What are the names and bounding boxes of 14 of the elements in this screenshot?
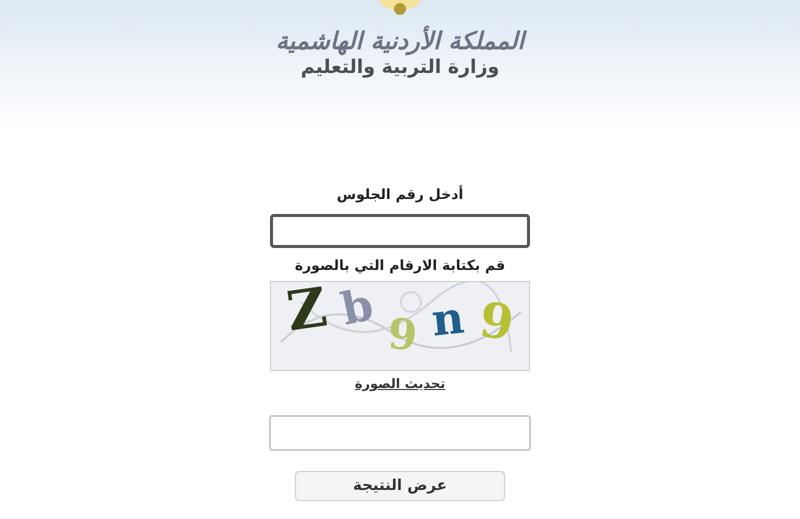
seat-number-label: أدخل رقم الجلوس <box>336 185 464 205</box>
captcha-label: قم بكتابة الارقام التي بالصورة <box>294 257 506 276</box>
header-title: المملكة الأردنية الهاشمية <box>276 26 524 56</box>
captcha-character: 9 <box>386 313 418 357</box>
header-subtitle: وزارة التربية والتعليم <box>300 56 500 80</box>
captcha-character: 9 <box>476 296 516 348</box>
captcha-field[interactable] <box>269 414 531 450</box>
captcha-character: Z <box>283 282 330 338</box>
captcha-character: b <box>337 283 377 333</box>
refresh-image-link[interactable]: تحديث الصورة <box>354 375 446 394</box>
emblem-icon <box>380 0 420 18</box>
captcha-character: n <box>430 296 467 344</box>
seat-number-field[interactable] <box>270 214 530 248</box>
show-result-button[interactable]: عرض النتيجة <box>295 470 505 500</box>
